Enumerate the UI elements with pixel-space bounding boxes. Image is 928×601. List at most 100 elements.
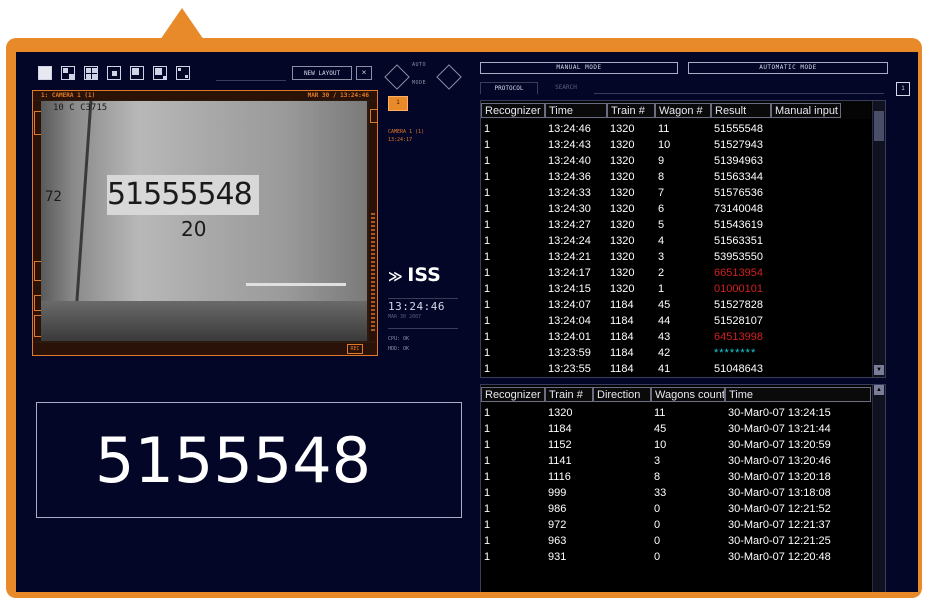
scroll-down-icon[interactable]: ▼ bbox=[874, 365, 884, 375]
table-cell: 51563351 bbox=[714, 235, 763, 247]
trains-header-cell[interactable]: Direction bbox=[593, 387, 651, 402]
scroll-up-icon[interactable]: ▲ bbox=[874, 385, 884, 395]
table-cell: 13:24:07 bbox=[548, 299, 591, 311]
trains-header-cell[interactable]: Train # bbox=[545, 387, 593, 402]
table-cell: 1116 bbox=[548, 471, 571, 483]
layout-1plus3-icon[interactable] bbox=[61, 66, 75, 80]
table-cell: 1152 bbox=[548, 439, 572, 451]
table-cell: 13:24:30 bbox=[548, 203, 591, 215]
table-row[interactable]: 1 13:23:59 1184 42 ******** bbox=[481, 345, 871, 361]
layout-4x4-icon[interactable] bbox=[176, 66, 190, 80]
camera-left-strip bbox=[33, 101, 42, 341]
iss-logo-icon: ≫ bbox=[388, 269, 403, 285]
table-row[interactable]: 1 13:24:01 1184 43 64513998 bbox=[481, 329, 871, 345]
layout-2x2-icon[interactable] bbox=[84, 66, 98, 80]
wagon-plate: 51555548 bbox=[107, 175, 259, 215]
table-row[interactable]: 1 1116 8 30-Mar0-07 13:20:18 bbox=[481, 469, 871, 485]
table-row[interactable]: 1 13:24:24 1320 4 51563351 bbox=[481, 233, 871, 249]
table-cell: 1 bbox=[484, 267, 491, 279]
camera-select-button[interactable]: 1 bbox=[388, 96, 408, 111]
table-row[interactable]: 1 13:24:40 1320 9 51394963 bbox=[481, 153, 871, 169]
table-cell: 45 bbox=[658, 299, 671, 311]
table-cell: 1 bbox=[484, 251, 491, 263]
trains-header-cell[interactable]: Recognizer bbox=[481, 387, 545, 402]
table-cell: 45 bbox=[654, 423, 667, 435]
table-cell: 1184 bbox=[610, 363, 634, 375]
table-row[interactable]: 1 13:24:04 1184 44 51528107 bbox=[481, 313, 871, 329]
table-row[interactable]: 1 13:24:17 1320 2 66513954 bbox=[481, 265, 871, 281]
protocol-header-cell[interactable]: Time bbox=[545, 103, 607, 118]
manual-mode-diamond-icon[interactable] bbox=[436, 64, 462, 90]
protocol-scrollbar[interactable]: ▼ bbox=[872, 101, 885, 377]
mode-label: MODE bbox=[412, 80, 427, 86]
protocol-header-cell[interactable]: Train # bbox=[607, 103, 655, 118]
camera-close-button[interactable] bbox=[370, 109, 378, 123]
table-cell: 1 bbox=[484, 347, 491, 359]
layout-3x3-icon[interactable] bbox=[107, 66, 121, 80]
table-row[interactable]: 1 1152 10 30-Mar0-07 13:20:59 bbox=[481, 437, 871, 453]
status-divider bbox=[388, 328, 458, 329]
rail-stripe bbox=[246, 283, 346, 286]
table-cell: 7 bbox=[658, 187, 665, 199]
protocol-scroll-thumb[interactable] bbox=[874, 111, 884, 141]
trains-table[interactable]: Recognizer Train # Direction Wagons count Ti… bbox=[480, 384, 886, 592]
camera-datetime: MAR 30 / 13:24:46 bbox=[307, 92, 369, 99]
table-row[interactable]: 1 1141 3 30-Mar0-07 13:20:46 bbox=[481, 453, 871, 469]
trains-scrollbar[interactable]: ▲ bbox=[872, 385, 885, 592]
table-cell: 8 bbox=[654, 471, 661, 483]
automatic-mode-button[interactable]: AUTOMATIC MODE bbox=[688, 62, 888, 74]
table-row[interactable]: 1 13:24:43 1320 10 51527943 bbox=[481, 137, 871, 153]
table-row[interactable]: 1 999 33 30-Mar0-07 13:18:08 bbox=[481, 485, 871, 501]
tab-search[interactable]: SEARCH bbox=[538, 82, 594, 93]
table-row[interactable]: 1 931 0 30-Mar0-07 12:20:48 bbox=[481, 549, 871, 565]
table-row[interactable]: 1 13:24:33 1320 7 51576536 bbox=[481, 185, 871, 201]
layout-1plus5-icon[interactable] bbox=[130, 66, 144, 80]
table-cell: 13:24:27 bbox=[548, 219, 591, 231]
table-cell: 1320 bbox=[610, 187, 635, 199]
protocol-header-cell[interactable]: Recognizer bbox=[481, 103, 545, 118]
layout-1x1-icon[interactable] bbox=[38, 66, 52, 80]
table-cell: 51563344 bbox=[714, 171, 763, 183]
table-cell: 51528107 bbox=[714, 315, 763, 327]
protocol-header-cell[interactable]: Wagon # bbox=[655, 103, 711, 118]
tab-protocol[interactable]: PROTOCOL bbox=[480, 82, 538, 94]
table-row[interactable]: 1 13:24:27 1320 5 51543619 bbox=[481, 217, 871, 233]
table-cell: 931 bbox=[548, 551, 567, 563]
auto-label: AUTO bbox=[412, 62, 427, 68]
table-row[interactable]: 1 1184 45 30-Mar0-07 13:21:44 bbox=[481, 421, 871, 437]
table-cell: 01000101 bbox=[714, 283, 763, 295]
camera-right-strip bbox=[369, 101, 378, 341]
table-cell: 0 bbox=[654, 503, 661, 515]
table-cell: 1 bbox=[484, 503, 491, 515]
trains-header-cell[interactable]: Wagons count bbox=[651, 387, 725, 402]
table-row[interactable]: 1 972 0 30-Mar0-07 12:21:37 bbox=[481, 517, 871, 533]
protocol-header-cell[interactable]: Result bbox=[711, 103, 771, 118]
manual-mode-button[interactable]: MANUAL MODE bbox=[480, 62, 678, 74]
new-layout-button[interactable]: NEW LAYOUT bbox=[292, 66, 352, 80]
table-row[interactable]: 1 13:24:21 1320 3 53953550 bbox=[481, 249, 871, 265]
layout-1plus7-icon[interactable] bbox=[153, 66, 167, 80]
table-row[interactable]: 1 13:24:15 1320 1 01000101 bbox=[481, 281, 871, 297]
table-row[interactable]: 1 986 0 30-Mar0-07 12:21:52 bbox=[481, 501, 871, 517]
close-layout-button[interactable]: × bbox=[356, 66, 372, 80]
table-cell: 10 bbox=[654, 439, 667, 451]
table-row[interactable]: 1 13:24:46 1320 11 51555548 bbox=[481, 121, 871, 137]
table-cell: 30-Mar0-07 13:21:44 bbox=[728, 423, 831, 435]
table-row[interactable]: 1 13:24:30 1320 6 73140048 bbox=[481, 201, 871, 217]
protocol-header-cell[interactable]: Manual input bbox=[771, 103, 841, 118]
table-row[interactable]: 1 1320 11 30-Mar0-07 13:24:15 bbox=[481, 405, 871, 421]
table-cell: 0 bbox=[654, 519, 661, 531]
auto-mode-diamond-icon[interactable] bbox=[384, 64, 410, 90]
rec-button[interactable]: REC bbox=[347, 344, 363, 354]
trains-header-cell[interactable]: Time bbox=[725, 387, 871, 402]
table-cell: 1 bbox=[484, 283, 491, 295]
camera-image: 10 C C3715 72 51555548 20 bbox=[41, 101, 367, 341]
table-row[interactable]: 1 13:23:55 1184 41 51048643 bbox=[481, 361, 871, 377]
table-row[interactable]: 1 13:24:07 1184 45 51527828 bbox=[481, 297, 871, 313]
table-row[interactable]: 1 963 0 30-Mar0-07 12:21:25 bbox=[481, 533, 871, 549]
panel-one-button[interactable]: 1 bbox=[896, 82, 910, 96]
protocol-table[interactable]: Recognizer Time Train # Wagon # Result Manual… bbox=[480, 100, 886, 378]
toolbar-line bbox=[216, 80, 286, 81]
camera-view[interactable]: 1: CAMERA 1 (1) MAR 30 / 13:24:46 10 C C… bbox=[32, 90, 378, 356]
table-row[interactable]: 1 13:24:36 1320 8 51563344 bbox=[481, 169, 871, 185]
